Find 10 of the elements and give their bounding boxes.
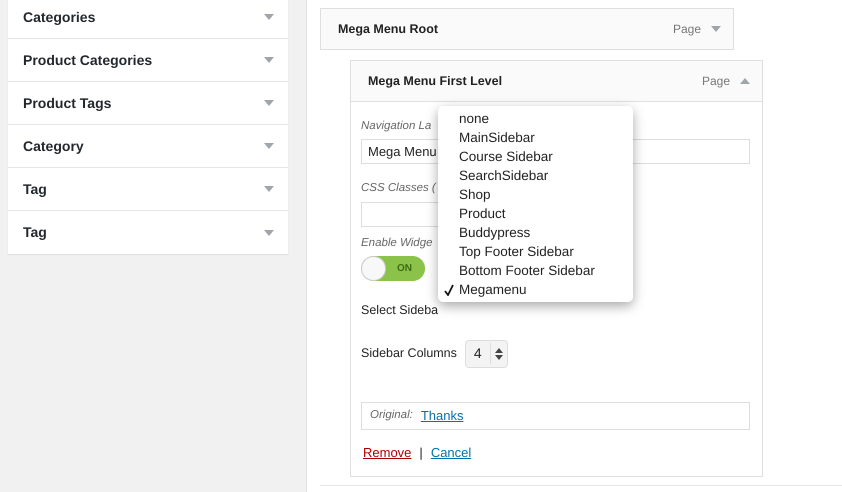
field-label: Enable Widge [361,236,432,250]
item-type-label: Page [702,73,730,90]
field-label: Sidebar Columns [361,345,457,362]
separator-text: | [419,444,423,462]
field-label: Select Sideba [361,302,438,319]
field-value: Mega Menu [368,143,437,161]
field-label: Navigation La [361,119,432,134]
original-label: Original: [370,408,413,423]
item-type-label: Page [672,21,701,38]
field-label: CSS Classes ( [361,181,436,196]
